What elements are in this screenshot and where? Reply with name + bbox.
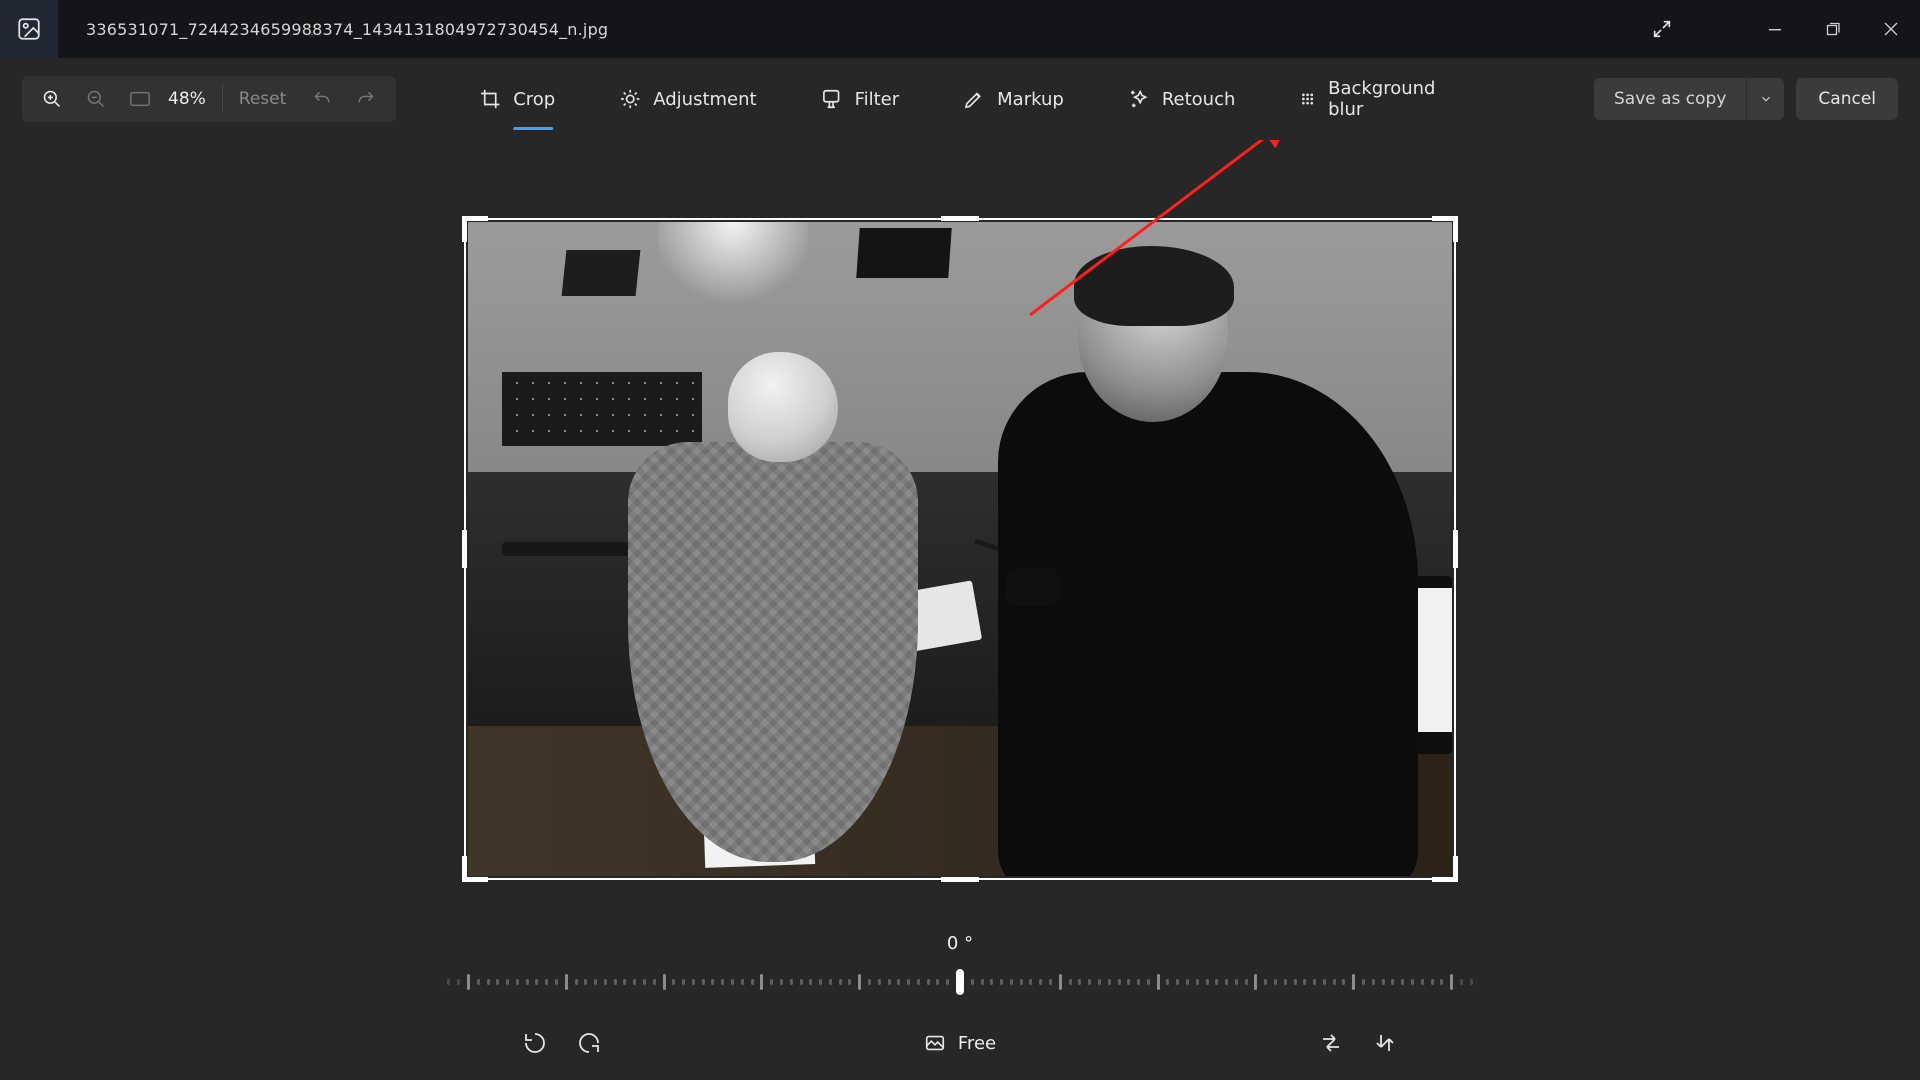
- chevron-down-icon: [1759, 92, 1773, 106]
- rotation-slider[interactable]: [444, 970, 1476, 994]
- redo-button[interactable]: [344, 76, 388, 122]
- save-options-dropdown[interactable]: [1746, 78, 1784, 120]
- tab-crop-label: Crop: [513, 89, 555, 110]
- crop-handle-top-right[interactable]: [1432, 216, 1458, 242]
- editor-stage: 0 ° Free: [0, 140, 1920, 1080]
- tab-filter[interactable]: Filter: [821, 58, 900, 140]
- reset-button[interactable]: Reset: [225, 89, 301, 109]
- crop-handle-bottom-left[interactable]: [462, 856, 488, 882]
- rotate-cw-button[interactable]: [574, 1028, 604, 1058]
- undo-button[interactable]: [300, 76, 344, 122]
- crop-icon: [479, 88, 501, 110]
- flip-horizontal-button[interactable]: [1316, 1028, 1346, 1058]
- title-bar: 336531071_7244234659988374_1434131804972…: [0, 0, 1920, 58]
- zoom-percent[interactable]: 48%: [162, 89, 220, 109]
- markup-icon: [963, 88, 985, 110]
- retouch-icon: [1128, 88, 1150, 110]
- crop-handle-right[interactable]: [1453, 530, 1458, 568]
- zoom-cluster: 48% Reset: [22, 76, 396, 122]
- aspect-icon: [924, 1032, 946, 1054]
- cancel-button[interactable]: Cancel: [1796, 78, 1898, 120]
- tab-retouch-label: Retouch: [1162, 89, 1236, 110]
- crop-handle-left[interactable]: [462, 530, 467, 568]
- fullscreen-button[interactable]: [1634, 0, 1690, 58]
- minimize-button[interactable]: [1746, 0, 1804, 58]
- maximize-button[interactable]: [1804, 0, 1862, 58]
- adjustment-icon: [619, 88, 641, 110]
- fit-screen-icon: [129, 90, 151, 108]
- tab-retouch[interactable]: Retouch: [1128, 58, 1236, 140]
- close-button[interactable]: [1862, 0, 1920, 58]
- photos-app-icon: [16, 16, 42, 42]
- redo-icon: [356, 89, 376, 109]
- tab-filter-label: Filter: [855, 89, 900, 110]
- background-blur-icon: [1299, 88, 1316, 110]
- tab-background-blur-label: Background blur: [1328, 78, 1441, 120]
- rotate-ccw-button[interactable]: [520, 1028, 550, 1058]
- expand-icon: [1651, 18, 1673, 40]
- window-controls: [1634, 0, 1920, 58]
- aspect-ratio-label: Free: [958, 1033, 996, 1054]
- tab-adjustment-label: Adjustment: [653, 89, 756, 110]
- zoom-out-icon: [86, 89, 106, 109]
- flip-vertical-icon: [1373, 1031, 1397, 1055]
- minimize-icon: [1768, 22, 1782, 36]
- edit-tabs: Crop Adjustment Filter Markup Retouch Ba…: [479, 58, 1441, 140]
- image-canvas[interactable]: [468, 222, 1452, 876]
- undo-icon: [312, 89, 332, 109]
- tab-crop[interactable]: Crop: [479, 58, 555, 140]
- flip-vertical-button[interactable]: [1370, 1028, 1400, 1058]
- divider: [222, 85, 223, 113]
- zoom-in-button[interactable]: [30, 76, 74, 122]
- crop-bottom-controls: Free: [520, 1028, 1400, 1058]
- crop-handle-bottom[interactable]: [941, 877, 979, 882]
- rotate-cw-icon: [577, 1031, 601, 1055]
- close-icon: [1884, 22, 1898, 36]
- crop-handle-top-left[interactable]: [462, 216, 488, 242]
- zoom-in-icon: [42, 89, 62, 109]
- editor-toolbar: 48% Reset Crop Adjustment Filter Markup: [0, 58, 1920, 140]
- rotate-ccw-icon: [523, 1031, 547, 1055]
- file-name: 336531071_7244234659988374_1434131804972…: [86, 20, 608, 39]
- filter-icon: [821, 88, 843, 110]
- tab-background-blur[interactable]: Background blur: [1299, 58, 1440, 140]
- save-as-copy-split-button: Save as copy: [1594, 78, 1784, 120]
- zoom-out-button[interactable]: [74, 76, 118, 122]
- rotation-degrees: 0 °: [947, 933, 973, 954]
- crop-handle-bottom-right[interactable]: [1432, 856, 1458, 882]
- crop-handle-top[interactable]: [941, 216, 979, 221]
- save-as-copy-button[interactable]: Save as copy: [1594, 78, 1746, 120]
- fit-to-window-button[interactable]: [118, 76, 162, 122]
- rotation-slider-thumb[interactable]: [956, 969, 964, 995]
- tab-markup[interactable]: Markup: [963, 58, 1064, 140]
- crop-frame[interactable]: [464, 218, 1456, 880]
- flip-horizontal-icon: [1319, 1031, 1343, 1055]
- tab-markup-label: Markup: [997, 89, 1064, 110]
- tab-adjustment[interactable]: Adjustment: [619, 58, 756, 140]
- aspect-ratio-button[interactable]: Free: [924, 1032, 996, 1054]
- toolbar-actions: Save as copy Cancel: [1594, 78, 1898, 120]
- maximize-icon: [1826, 22, 1840, 36]
- app-icon[interactable]: [0, 0, 58, 58]
